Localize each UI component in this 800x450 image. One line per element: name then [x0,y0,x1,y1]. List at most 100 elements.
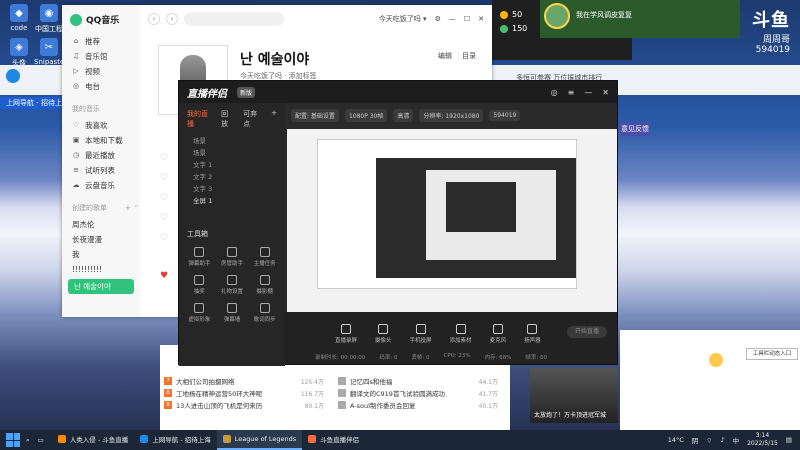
camera-icon [378,324,389,334]
task-view-icon[interactable]: ▭ [38,436,44,444]
screen-record-button[interactable]: 直播录屏 [335,324,357,344]
news-item[interactable]: 7 大相们公司拍摄网络 125.4万 [164,375,324,387]
user-menu[interactable]: 今天吃饭了吗 ▾ ⚙ — ☐ ✕ [379,14,484,24]
sidebar-item-music-hall[interactable]: ♫ 音乐馆 [62,49,140,64]
start-live-button[interactable]: 开始直播 [567,326,607,338]
heart-icon[interactable]: ♡ [160,173,168,183]
scene-item[interactable]: 文字 1 [179,159,285,171]
cloud-icon: ☁ [72,181,80,189]
search-input[interactable] [184,12,284,26]
tool-button[interactable]: 房管助手 [216,247,249,267]
sidebar-item-radio[interactable]: ◎ 电台 [62,79,140,94]
app-icon: ◉ [40,4,58,22]
scene-item[interactable]: 场景 [179,135,285,147]
tab-my-live[interactable]: 我的直播 [187,109,211,129]
network-icon[interactable]: ⌔ [706,436,712,445]
clock[interactable]: 3:14 2022/5/15 [747,432,778,448]
playlist-item[interactable]: 长夜漫漫 [62,232,140,247]
catalog-button[interactable]: 目录 [462,51,476,61]
desktop-icon-3[interactable]: ◈ 头像 [4,38,34,68]
tool-button[interactable]: 主播任务 [248,247,281,267]
playlist-item-active[interactable]: 난 예술이야 [68,279,134,294]
minimize-icon[interactable]: — [584,88,592,97]
playlist-item[interactable]: 周杰伦 [62,217,140,232]
heart-icon[interactable]: ♡ [160,153,168,163]
forward-icon[interactable]: › [166,13,178,25]
sidebar-item-recent[interactable]: ◷ 最近播放 [62,148,140,163]
scene-item[interactable]: 文字 3 [179,183,285,195]
settings-icon[interactable]: ⚙ [435,15,441,23]
news-item[interactable]: 翻译文的C919首飞试验圆满成功 41.7万 [338,387,498,399]
add-scene-icon[interactable]: + [271,109,277,129]
desktop-icon-2[interactable]: ◉ 中国工程 [34,4,64,34]
notification-icon[interactable]: ◎ [551,88,558,97]
close-icon[interactable]: ✕ [602,88,609,97]
streamer-header: 我在学风调皮复复 [540,0,740,38]
heart-icon[interactable]: ♥ [160,271,168,281]
minimize-icon[interactable]: — [449,15,456,23]
sidebar-item-recommend[interactable]: ⌂ 推荐 [62,34,140,49]
sidebar-item-local[interactable]: ▣ 本地和下载 [62,133,140,148]
scene-item[interactable]: 全屏 1 [179,195,285,207]
sidebar-item-trial[interactable]: ≡ 试听列表 [62,163,140,178]
speaker-button[interactable]: 扬声器 [524,324,541,344]
taskbar-app[interactable]: 人类入侵 - 斗鱼直播 [52,430,134,450]
tool-button[interactable]: 弹幕墙 [216,303,249,323]
sidebar-item-favorites[interactable]: ♡ 我喜欢 [62,118,140,133]
video-thumbnail[interactable]: 太放炮了！万卡顶进冠军城 [530,368,618,423]
live-companion-window: 直播伴侣 新版 ◎ ≡ — ✕ 我的直播 回放 可弃点 + 场景 场景 文字 1… [178,80,618,366]
tab-other[interactable]: 可弃点 [243,109,261,129]
feedback-tab[interactable]: 意见反馈 [620,122,650,136]
stream-preview[interactable] [287,129,617,313]
playlist-item[interactable]: !!!!!!!!!! [62,262,140,277]
back-icon[interactable]: ‹ [148,13,160,25]
taskbar-app[interactable]: 上网导航 - 招待上海 [134,430,216,450]
news-item[interactable]: 9 13人进击山顶的飞机是何来历 80.1万 [164,399,324,411]
camera-button[interactable]: 摄像头 [375,324,392,344]
taskbar-app[interactable]: 斗鱼直播伴侣 [302,430,365,450]
heart-icon[interactable]: ♡ [160,213,168,223]
taskbar-app[interactable]: League of Legends [216,430,303,450]
streamer-avatar[interactable] [544,3,570,29]
microphone-button[interactable]: 麦克风 [490,324,506,344]
add-media-button[interactable]: 添加素材 [450,324,472,344]
desktop-icon-code[interactable]: ◆ code [4,4,34,32]
weather-temp[interactable]: 14°C [668,436,684,444]
menu-icon[interactable]: ≡ [568,88,575,97]
scene-item[interactable]: 文字 2 [179,171,285,183]
my-music-heading: 我的音乐 [72,105,100,113]
news-item[interactable]: A-soul制作委员会回复 40.1万 [338,399,498,411]
heart-icon[interactable]: ♡ [160,193,168,203]
windows-start-icon[interactable] [6,433,20,447]
status-chip[interactable]: 高清 [393,108,414,122]
news-item[interactable]: 8 工地杨在精神运营50环大神呢 116.7万 [164,387,324,399]
scene-item[interactable]: 场景 [179,147,285,159]
edit-button[interactable]: 编辑 [438,51,452,61]
assistant-avatar[interactable] [708,352,724,368]
status-chip[interactable]: 1080P 30帧 [344,108,388,122]
volume-icon[interactable]: ♪ [720,436,724,444]
tool-button[interactable]: 弹幕助手 [183,247,216,267]
playlist-actions: 编辑 目录 [438,51,476,61]
search-icon[interactable]: ⌕ [26,436,30,445]
add-playlist-icon[interactable]: + ⌃ [125,204,139,212]
tab-replay[interactable]: 回放 [221,109,233,129]
tool-button[interactable]: 摄影棚 [248,275,281,295]
screen-icon [341,324,351,334]
maximize-icon[interactable]: ☐ [464,15,470,23]
heart-icon[interactable]: ♡ [160,233,168,243]
status-chip[interactable]: 配置: 基础设置 [291,108,339,122]
news-item[interactable]: 记忆四s和他福 44.1万 [338,375,498,387]
sidebar-item-video[interactable]: ▷ 视频 [62,64,140,79]
tool-button[interactable]: 抽奖 [183,275,216,295]
phone-cast-button[interactable]: 手机投屏 [410,324,432,344]
playlist-item[interactable]: 我 [62,247,140,262]
close-icon[interactable]: ✕ [478,15,484,23]
sidebar-item-cloud[interactable]: ☁ 云盘音乐 [62,178,140,193]
desktop-icon-4[interactable]: ✂ Snipaste [34,38,64,66]
tool-button[interactable]: 礼物设置 [216,275,249,295]
tool-button[interactable]: 歌词同步 [248,303,281,323]
tool-button[interactable]: 虚拟形象 [183,303,216,323]
notification-icon[interactable]: ▤ [786,436,792,444]
input-lang[interactable]: 中 [733,435,740,445]
